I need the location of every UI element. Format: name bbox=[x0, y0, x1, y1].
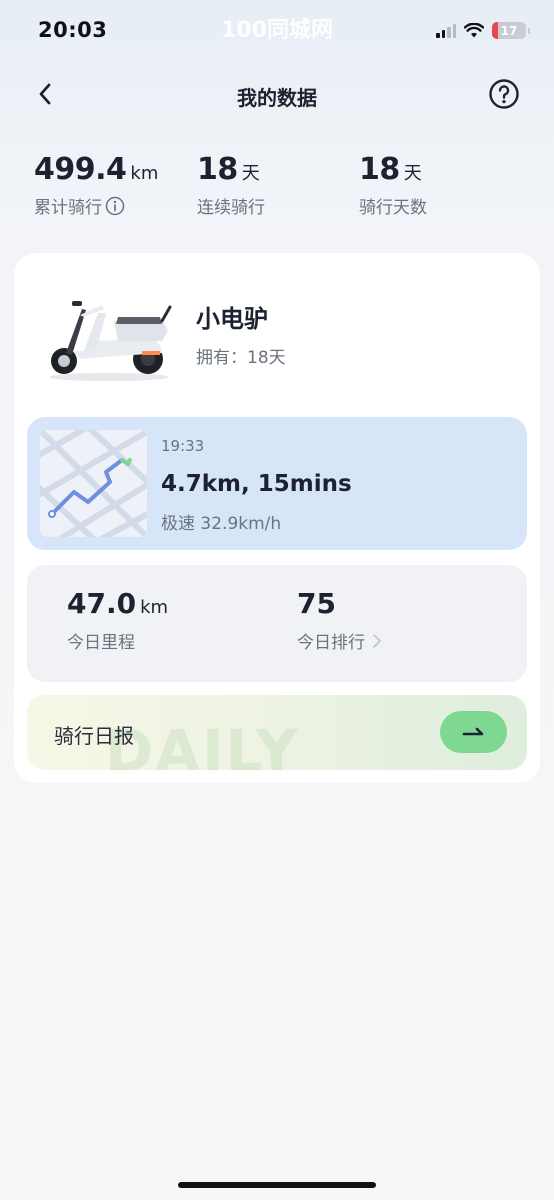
help-button[interactable] bbox=[488, 78, 520, 110]
nav-bar: 我的数据 bbox=[0, 70, 554, 118]
arrow-right-icon bbox=[462, 727, 483, 736]
today-distance-value: 47.0 bbox=[67, 587, 137, 620]
status-bar: 20:03 100同城网 17 bbox=[0, 0, 554, 64]
riding-days-stat: 18 天 骑行天数 bbox=[359, 152, 427, 218]
summary-stats: 499.4 km 累计骑行 18 天 连续骑行 18 天 骑行天数 bbox=[34, 152, 534, 232]
total-distance-stat: 499.4 km 累计骑行 bbox=[34, 152, 158, 218]
page-title: 我的数据 bbox=[237, 86, 317, 110]
riding-days-label: 骑行天数 bbox=[359, 198, 427, 218]
wifi-icon bbox=[464, 23, 484, 38]
daily-ghost-text: DAILY bbox=[105, 717, 300, 770]
today-rank-label: 今日排行 bbox=[297, 633, 365, 653]
ride-max-speed: 极速 32.9km/h bbox=[161, 514, 282, 534]
today-distance-label: 今日里程 bbox=[67, 633, 135, 653]
consecutive-days-value: 18 bbox=[197, 152, 238, 187]
daily-report-card[interactable]: DAILY 骑行日报 bbox=[27, 695, 527, 770]
latest-ride-card[interactable]: 19:33 4.7km, 15mins 极速 32.9km/h bbox=[27, 417, 527, 550]
vehicle-card: 小电驴 拥有：18天 19:33 4.7km, 15mins 极速 32.9km… bbox=[14, 253, 540, 783]
info-icon[interactable] bbox=[105, 196, 125, 216]
daily-report-label: 骑行日报 bbox=[54, 724, 134, 748]
battery-icon: 17 bbox=[492, 22, 526, 39]
today-rank-value: 75 bbox=[297, 587, 336, 620]
total-distance-value: 499.4 bbox=[34, 152, 127, 187]
consecutive-days-label: 连续骑行 bbox=[197, 198, 265, 218]
total-distance-unit: km bbox=[130, 163, 159, 184]
battery-level: 17 bbox=[500, 23, 518, 38]
chevron-left-icon bbox=[39, 83, 51, 105]
consecutive-days-unit: 天 bbox=[241, 163, 260, 184]
riding-days-unit: 天 bbox=[403, 163, 422, 184]
today-ranking[interactable]: 75 今日排行 bbox=[297, 587, 383, 653]
consecutive-days-stat: 18 天 连续骑行 bbox=[197, 152, 265, 218]
ride-start-time: 19:33 bbox=[161, 437, 205, 455]
daily-report-button[interactable] bbox=[440, 711, 507, 753]
ride-summary: 4.7km, 15mins bbox=[161, 471, 352, 497]
today-stats-card: 47.0 km 今日里程 75 今日排行 bbox=[27, 565, 527, 682]
today-distance-unit: km bbox=[140, 597, 169, 618]
question-circle-icon bbox=[489, 79, 519, 109]
status-icons: 17 bbox=[436, 22, 530, 39]
vehicle-name: 小电驴 bbox=[196, 305, 268, 333]
chevron-right-icon bbox=[373, 633, 382, 648]
scooter-image bbox=[49, 301, 172, 381]
riding-days-value: 18 bbox=[359, 152, 400, 187]
today-distance: 47.0 km 今日里程 bbox=[67, 587, 168, 653]
vehicle-owned-days: 拥有：18天 bbox=[196, 348, 286, 368]
route-map-thumbnail bbox=[40, 430, 147, 537]
cellular-signal-icon bbox=[436, 23, 456, 38]
total-distance-label: 累计骑行 bbox=[34, 198, 102, 218]
back-button[interactable] bbox=[30, 78, 62, 110]
home-indicator bbox=[178, 1182, 376, 1188]
